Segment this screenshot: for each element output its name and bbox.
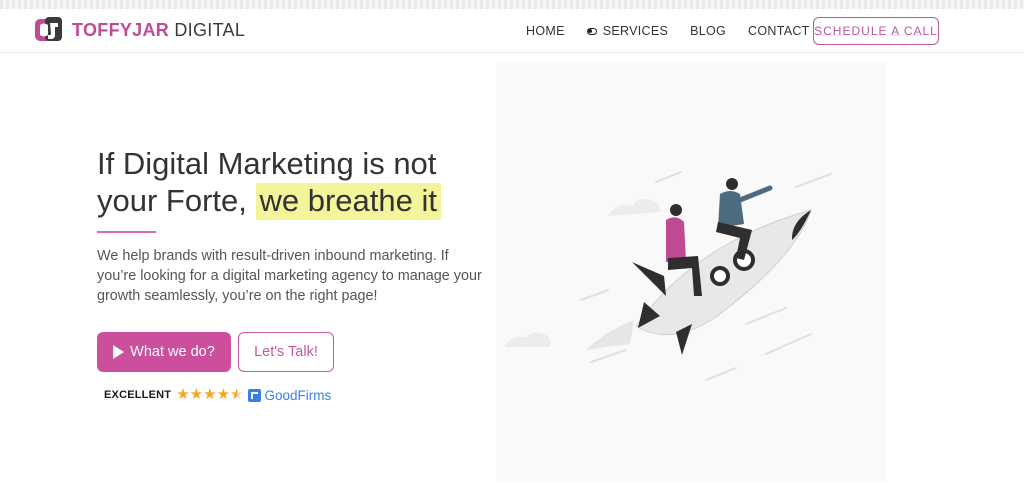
star-icon: ★ <box>176 386 190 403</box>
nav-contact[interactable]: CONTACT <box>748 24 810 38</box>
toggle-icon <box>586 27 597 35</box>
schedule-call-button[interactable]: SCHEDULE A CALL <box>813 17 939 45</box>
star-icon: ★ <box>203 386 217 403</box>
hero-illustration <box>496 62 886 482</box>
star-icon: ★ <box>189 386 204 403</box>
toffyjar-logo-icon <box>35 17 62 41</box>
lets-talk-button[interactable]: Let's Talk! <box>238 332 334 372</box>
star-icon: ★ <box>216 386 231 403</box>
headline-divider <box>97 231 156 233</box>
what-we-do-button[interactable]: What we do? <box>97 332 231 372</box>
play-icon <box>113 345 125 359</box>
rating-label: EXCELLENT <box>104 389 172 401</box>
woman-head <box>670 204 682 216</box>
goodfirms-rating[interactable]: EXCELLENT ★ ★ ★ ★ ★ GoodFirms <box>104 387 331 403</box>
hero-description: We help brands with result-driven inboun… <box>97 248 482 304</box>
nav-services[interactable]: SERVICES <box>586 24 668 38</box>
man-head <box>726 178 738 190</box>
headline-highlight: we breathe it <box>255 183 441 220</box>
goodfirms-icon <box>248 388 262 402</box>
hero-headline: If Digital Marketing is not your Forte, … <box>97 145 497 220</box>
nav-blog[interactable]: BLOG <box>690 24 726 38</box>
rocket-window <box>710 266 730 286</box>
man-arm <box>737 185 773 203</box>
goodfirms-label: GoodFirms <box>264 387 332 403</box>
site-header: TOFFYJAR DIGITAL HOME SERVICES BLOG CONT… <box>0 9 1024 53</box>
nav-home[interactable]: HOME <box>526 24 565 38</box>
man-torso <box>718 191 744 228</box>
rocket-fin <box>632 262 666 296</box>
top-decorative-strip <box>0 0 1024 9</box>
woman-torso <box>666 217 686 262</box>
brand-name: TOFFYJAR DIGITAL <box>72 20 246 40</box>
cloud-shape <box>608 198 660 216</box>
half-star-icon: ★ <box>230 386 244 403</box>
cloud-shape <box>504 332 551 347</box>
rocket-riders-illustration <box>504 171 832 381</box>
main-nav: HOME SERVICES BLOG CONTACT <box>526 9 832 53</box>
logo[interactable]: TOFFYJAR DIGITAL <box>34 15 245 45</box>
exhaust-flame <box>586 320 634 350</box>
